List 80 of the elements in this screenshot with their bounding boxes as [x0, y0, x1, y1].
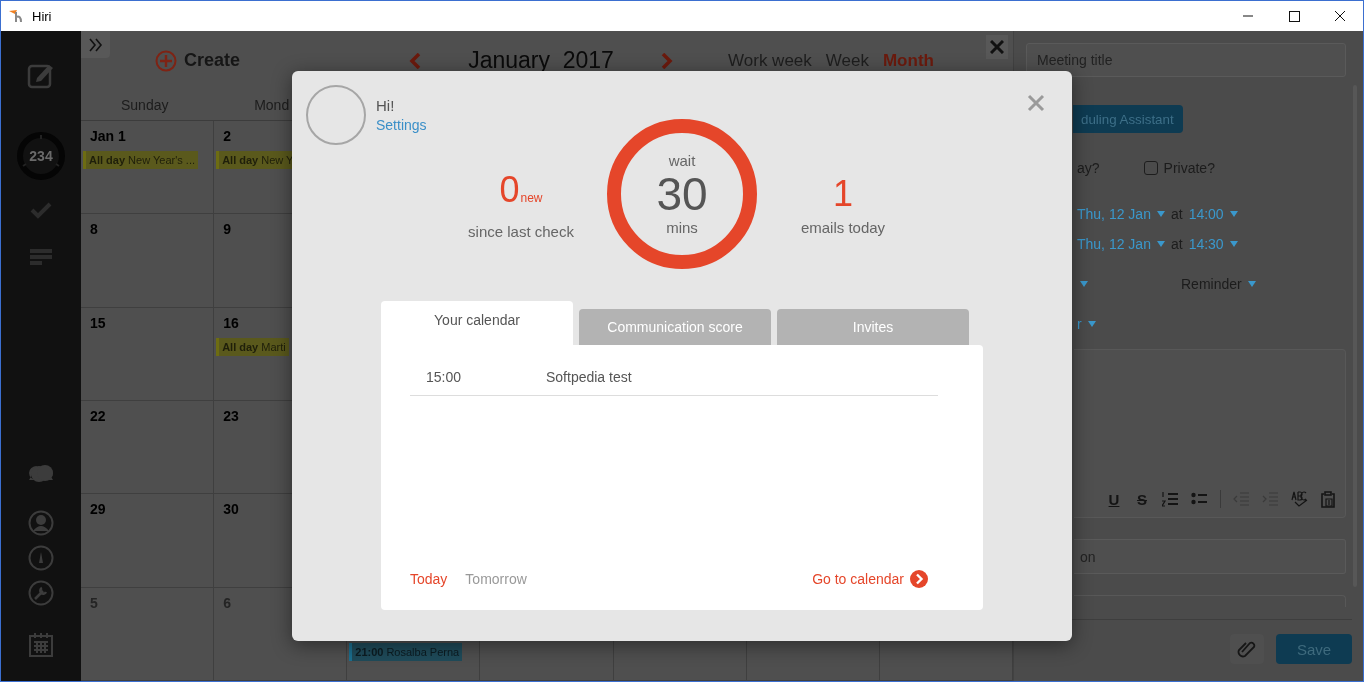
- caret-icon[interactable]: [1087, 321, 1096, 327]
- dropdown-label[interactable]: r: [1077, 316, 1082, 332]
- day-number: 8: [89, 220, 99, 239]
- avatar: [306, 85, 366, 145]
- settings-link[interactable]: Settings: [376, 117, 427, 133]
- person-icon[interactable]: [28, 510, 54, 536]
- tab[interactable]: Your calendar: [381, 301, 573, 345]
- app-logo-icon: [9, 9, 23, 23]
- timer-unit: mins: [666, 219, 698, 236]
- timer-ring-icon: [607, 119, 757, 269]
- caret-icon[interactable]: [1080, 281, 1088, 287]
- date-dropdown[interactable]: Thu, 12 Jan: [1077, 206, 1151, 222]
- unread-count: 234: [29, 148, 53, 164]
- caret-icon[interactable]: [1156, 241, 1165, 247]
- attach-button[interactable]: [1230, 634, 1264, 664]
- close-icon[interactable]: [1027, 94, 1045, 112]
- tab[interactable]: Communication score: [579, 309, 771, 345]
- date-dropdown[interactable]: Thu, 12 Jan: [1077, 236, 1151, 252]
- description-editor[interactable]: U S: [1074, 349, 1346, 518]
- day-number: 23: [222, 407, 240, 425]
- timer-value: 30: [656, 169, 708, 219]
- today-count: 1: [833, 174, 853, 213]
- plus-circle-icon: [155, 49, 177, 72]
- spellcheck-icon[interactable]: [1291, 491, 1308, 508]
- stat-caption: emails today: [800, 218, 886, 236]
- strikethrough-button[interactable]: S: [1134, 491, 1150, 508]
- paperclip-icon: [1237, 639, 1257, 659]
- caret-icon[interactable]: [1156, 211, 1165, 217]
- caret-icon[interactable]: [1229, 211, 1238, 217]
- checkbox[interactable]: [1143, 161, 1158, 175]
- day-number: 16: [222, 313, 240, 332]
- expand-button[interactable]: [81, 31, 110, 58]
- chevron-left-icon[interactable]: [409, 52, 422, 69]
- day-cell[interactable]: Jan 1 All day New Year's ...: [81, 121, 215, 215]
- view-tab[interactable]: Month: [882, 50, 934, 71]
- event-title: Softpedia test: [546, 369, 632, 385]
- create-button[interactable]: Create: [155, 49, 241, 72]
- caret-icon[interactable]: [1229, 241, 1238, 247]
- time-dropdown[interactable]: 14:30: [1188, 236, 1224, 252]
- day-number: 2: [222, 127, 232, 145]
- day-number: 22: [89, 407, 107, 425]
- timer-label: wait: [668, 152, 696, 169]
- day-filter[interactable]: Today: [410, 571, 448, 587]
- caret-icon[interactable]: [1247, 281, 1256, 287]
- paste-icon[interactable]: [1320, 491, 1337, 508]
- time-dropdown[interactable]: 14:00: [1188, 206, 1224, 222]
- close-icon: [990, 40, 1004, 54]
- checkmark-icon[interactable]: [30, 201, 52, 219]
- greeting: Hi!: [376, 97, 396, 114]
- calendar-event[interactable]: All day Marti: [216, 337, 289, 356]
- calendar-icon[interactable]: [28, 632, 54, 658]
- arrow-circle-icon: [910, 570, 928, 588]
- day-filter[interactable]: Tomorrow: [465, 571, 527, 587]
- day-number: 15: [89, 313, 107, 332]
- gauge-icon[interactable]: [28, 545, 54, 571]
- lines-icon[interactable]: [30, 249, 52, 265]
- day-number: 29: [89, 500, 107, 519]
- day-cell[interactable]: 22: [81, 401, 215, 495]
- day-number: 9: [222, 220, 232, 239]
- event-row[interactable]: 15:00 Softpedia test: [410, 359, 938, 396]
- close-button[interactable]: [986, 35, 1008, 59]
- wrench-icon[interactable]: [28, 580, 54, 606]
- numbered-list-icon[interactable]: [1162, 491, 1179, 508]
- day-cell[interactable]: 15: [81, 307, 215, 401]
- input-field[interactable]: [1074, 595, 1346, 607]
- event-time: 15:00: [426, 369, 463, 385]
- day-cell[interactable]: 29: [81, 494, 215, 588]
- month-title: January 2017: [467, 47, 615, 74]
- day-number: 30: [222, 500, 240, 519]
- underline-button[interactable]: U: [1106, 491, 1122, 508]
- day-cell[interactable]: 8: [81, 214, 215, 308]
- tab[interactable]: Invites: [777, 309, 969, 345]
- calendar-event[interactable]: All day New Year's ...: [83, 151, 198, 169]
- stat-caption: since last check: [468, 222, 574, 240]
- window-title: Hiri: [32, 8, 52, 24]
- double-chevron-icon: [87, 37, 104, 52]
- chevron-right-icon[interactable]: [661, 52, 674, 69]
- day-number: Jan 1: [89, 127, 127, 145]
- go-to-calendar-link[interactable]: Go to calendar: [812, 570, 928, 588]
- ring-icon: [16, 131, 66, 181]
